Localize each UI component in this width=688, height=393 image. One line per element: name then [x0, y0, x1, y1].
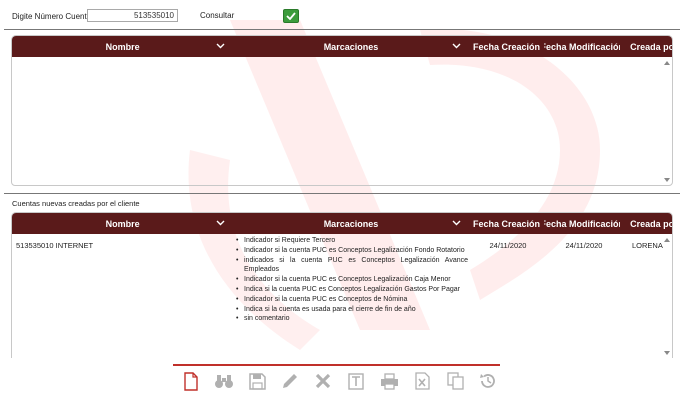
chevron-down-icon[interactable]	[216, 41, 225, 50]
toolbar-accent-line	[173, 364, 500, 366]
column-header-nombre[interactable]: Nombre	[12, 36, 233, 57]
delete-x-icon[interactable]	[312, 371, 334, 391]
cell-creada-por: LORENA FI	[632, 241, 664, 250]
scroll-down-arrow[interactable]	[664, 351, 670, 355]
column-header-fecha-modificacion[interactable]: Fecha Modificación	[544, 36, 620, 57]
vertical-scrollbar[interactable]	[662, 234, 672, 358]
column-header-creada-por[interactable]: Creada por	[620, 213, 672, 234]
chevron-down-icon[interactable]	[452, 41, 461, 50]
history-icon[interactable]	[477, 371, 499, 391]
list-item: Indicador si la cuenta PUC es Conceptos …	[234, 246, 470, 256]
column-header-creada-por[interactable]: Creada por	[620, 36, 672, 57]
scroll-down-arrow[interactable]	[664, 178, 670, 182]
list-item: Indicador si la cuenta PUC es Conceptos …	[234, 295, 470, 305]
action-toolbar	[180, 371, 510, 391]
chevron-down-icon[interactable]	[216, 218, 225, 227]
section-title: Cuentas nuevas creadas por el cliente	[12, 199, 140, 208]
list-item: Indicador si Requiere Tercero	[234, 236, 470, 246]
marcaciones-list: Indicador si Requiere Tercero Indicador …	[234, 236, 470, 324]
save-icon[interactable]	[246, 371, 268, 391]
list-item: Indica si la cuenta es usada para el cie…	[234, 305, 470, 315]
column-header-marcaciones[interactable]: Marcaciones	[233, 213, 468, 234]
edit-pencil-icon[interactable]	[279, 371, 301, 391]
new-document-icon[interactable]	[180, 371, 202, 391]
column-header-marcaciones[interactable]: Marcaciones	[233, 36, 468, 57]
excel-icon[interactable]	[411, 371, 433, 391]
vertical-scrollbar[interactable]	[662, 57, 672, 185]
cell-marcaciones: Indicador si Requiere Tercero Indicador …	[234, 234, 470, 324]
print-icon[interactable]	[378, 371, 400, 391]
accounts-grid: Nombre Marcaciones Fecha Creación Fecha …	[11, 35, 673, 186]
new-accounts-grid: Nombre Marcaciones Fecha Creación Fecha …	[11, 212, 673, 358]
copy-icon[interactable]	[444, 371, 466, 391]
grid-header: Nombre Marcaciones Fecha Creación Fecha …	[12, 213, 672, 234]
table-row[interactable]: 513535010 INTERNET Indicador si Requiere…	[12, 234, 672, 324]
account-number-input[interactable]	[87, 9, 178, 22]
list-item: Indicador si la cuenta PUC es Conceptos …	[234, 275, 470, 285]
scroll-up-arrow[interactable]	[664, 61, 670, 65]
divider	[4, 29, 680, 30]
cell-nombre: 513535010 INTERNET	[16, 241, 94, 250]
grid-header: Nombre Marcaciones Fecha Creación Fecha …	[12, 36, 672, 57]
check-icon	[286, 12, 296, 20]
scroll-up-arrow[interactable]	[664, 238, 670, 242]
cell-fecha-creacion: 24/11/2020	[489, 241, 527, 250]
divider	[4, 193, 680, 194]
chevron-down-icon[interactable]	[452, 218, 461, 227]
column-header-fecha-modificacion[interactable]: Fecha Modificación	[544, 213, 620, 234]
list-item: indicados si la cuenta PUC es Conceptos …	[234, 256, 470, 276]
column-header-fecha-creacion[interactable]: Fecha Creación	[469, 36, 545, 57]
list-item: Indica si la cuenta PUC es Conceptos Leg…	[234, 285, 470, 295]
column-header-nombre[interactable]: Nombre	[12, 213, 233, 234]
binoculars-icon[interactable]	[213, 371, 235, 391]
list-item: sin comentario	[234, 314, 470, 324]
account-number-label: Digite Número Cuenta	[12, 11, 92, 21]
text-t-icon[interactable]	[345, 371, 367, 391]
consultar-label: Consultar	[200, 11, 235, 20]
cell-fecha-modificacion: 24/11/2020	[565, 241, 603, 250]
column-header-fecha-creacion[interactable]: Fecha Creación	[469, 213, 545, 234]
consultar-button[interactable]	[283, 9, 299, 23]
